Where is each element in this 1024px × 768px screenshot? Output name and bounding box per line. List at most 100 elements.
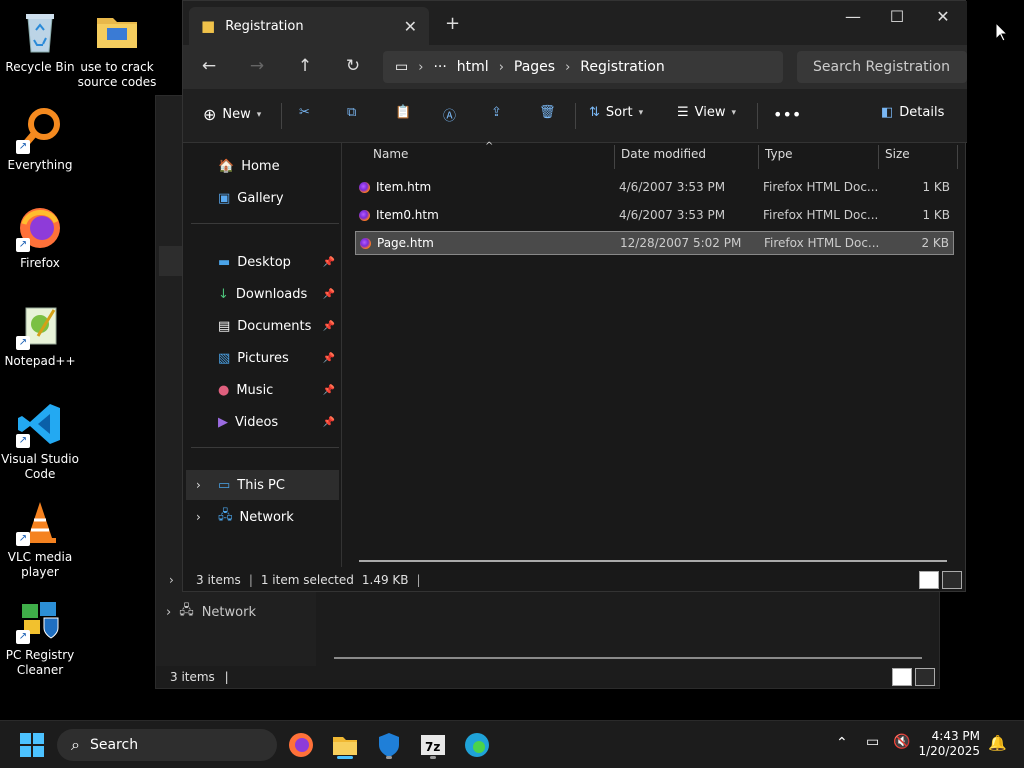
details-view-icon[interactable] [919,571,939,589]
bg-item-count: 3 items [170,670,215,684]
column-separator[interactable] [758,145,759,169]
pin-icon: 📌 [322,288,335,300]
refresh-button[interactable]: ↻ [342,56,364,76]
mouse-cursor-icon [995,21,1009,46]
desktop-icon-recycle-bin[interactable]: Recycle Bin [0,8,80,75]
volume-muted-icon[interactable]: 🔇 [893,734,910,750]
new-tab-button[interactable]: + [445,13,460,34]
pane-divider[interactable] [341,143,342,567]
background-nav-network[interactable]: › 🖧 Network [166,601,256,623]
nav-item-pictures[interactable]: ▧ Pictures 📌 [186,343,339,373]
network-status-icon[interactable]: ▭ [866,734,879,750]
column-separator[interactable] [878,145,879,169]
nav-item-documents[interactable]: ▤ Documents 📌 [186,311,339,341]
desktop-icon-label: Notepad++ [4,354,76,368]
notification-bell-icon[interactable]: 🔔 [988,734,1007,752]
nav-item-music[interactable]: ● Music 📌 [186,375,339,405]
column-header-name[interactable]: Name [373,147,408,161]
cut-button[interactable]: ✂ [299,105,310,120]
explorer-window[interactable]: ■ Registration ✕ + — ☐ ✕ ← → ↑ ↻ ▭ › ···… [169,0,967,592]
shortcut-arrow-icon: ↗ [16,630,30,644]
view-button[interactable]: ☰ View ▾ [677,105,736,120]
minimize-button[interactable]: — [843,7,863,26]
back-button[interactable]: ← [198,56,220,76]
breadcrumb-item[interactable]: Pages [514,59,555,75]
tab-registration[interactable]: ■ Registration ✕ [189,7,429,45]
chevron-right-icon[interactable]: › [166,605,171,620]
nav-divider [191,223,339,224]
taskbar-edge[interactable] [461,729,493,761]
background-horizontal-scrollbar[interactable] [334,657,922,659]
forward-button[interactable]: → [246,56,268,76]
pin-icon: 📌 [322,384,335,396]
chevron-down-icon: ▾ [256,109,262,120]
start-button[interactable] [16,729,48,761]
desktop-icon-folder[interactable]: use to crack source codes [77,8,157,90]
share-icon: ⇪ [491,105,502,120]
sort-button[interactable]: ⇅ Sort ▾ [589,105,643,120]
new-button[interactable]: ⊕ New ▾ [203,105,261,124]
close-tab-icon[interactable]: ✕ [404,17,417,36]
search-input[interactable]: Search Registration [797,51,967,83]
taskbar-7zip[interactable]: 7z [417,729,449,761]
close-window-button[interactable]: ✕ [933,7,953,26]
nav-item-this-pc[interactable]: › ▭ This PC [186,470,339,500]
nav-item-desktop[interactable]: ▬ Desktop 📌 [186,247,339,277]
horizontal-scrollbar[interactable] [359,560,947,562]
taskbar-firefox[interactable] [285,729,317,761]
more-options-button[interactable]: ••• [773,105,801,124]
file-row-selected[interactable]: Page.htm 12/28/2007 5:02 PM Firefox HTML… [355,231,954,255]
nav-item-network[interactable]: › 🖧 Network [186,502,339,532]
desktop-icon-everything[interactable]: ↗ Everything [0,106,80,173]
chevron-right-icon[interactable]: › [196,478,201,492]
breadcrumb-item[interactable]: Registration [580,59,664,75]
view-toggle[interactable] [919,571,962,589]
monitor-icon[interactable]: ▭ [395,59,408,75]
active-indicator [337,756,353,759]
file-row[interactable]: Item.htm 4/6/2007 3:53 PM Firefox HTML D… [355,175,954,199]
chevron-up-icon[interactable]: ⌃ [836,735,848,751]
paste-button[interactable]: 📋 [395,105,411,120]
desktop-icon-label: Recycle Bin [5,60,75,74]
desktop-icon-vscode[interactable]: ↗ Visual Studio Code [0,400,80,482]
pin-icon: 📌 [322,256,335,268]
rename-button[interactable]: Ⓐ [443,105,456,124]
folder-icon: ■ [201,17,216,35]
system-clock[interactable]: 4:43 PM 1/20/2025 [918,729,980,759]
nav-item-downloads[interactable]: ↓ Downloads 📌 [186,279,339,309]
details-button[interactable]: ◧ Details [881,105,944,120]
column-separator[interactable] [614,145,615,169]
nav-item-home[interactable]: 🏠 Home [186,151,339,181]
breadcrumb-item[interactable]: html [457,59,489,75]
column-header-date[interactable]: Date modified [621,147,706,161]
separator [281,103,282,129]
column-header-size[interactable]: Size [885,147,910,161]
share-button[interactable]: ⇪ [491,105,502,120]
taskbar-defender[interactable] [373,729,405,761]
nav-item-gallery[interactable]: ▣ Gallery [186,183,339,213]
desktop-icon-pc-registry-cleaner[interactable]: ↗ PC Registry Cleaner [0,596,80,678]
delete-button[interactable]: 🗑 [539,105,556,120]
chevron-right-icon[interactable]: › [196,510,201,524]
taskbar-file-explorer[interactable] [329,729,361,761]
details-view-icon[interactable] [892,668,912,686]
file-row[interactable]: Item0.htm 4/6/2007 3:53 PM Firefox HTML … [355,203,954,227]
tiles-view-icon[interactable] [915,668,935,686]
nav-item-videos[interactable]: ▶ Videos 📌 [186,407,339,437]
column-header-type[interactable]: Type [765,147,793,161]
breadcrumb[interactable]: ▭ › ··· html › Pages › Registration [383,51,783,83]
desktop-icon: ▬ [218,254,231,270]
desktop-icon-vlc[interactable]: ↗ VLC media player [0,498,80,580]
breadcrumb-overflow-icon[interactable]: ··· [433,59,446,75]
desktop-icon-firefox[interactable]: ↗ Firefox [0,204,80,271]
background-view-toggle[interactable] [892,668,935,686]
maximize-button[interactable]: ☐ [887,7,907,26]
column-separator[interactable] [957,145,958,169]
taskbar-search[interactable]: ⌕ Search [57,729,277,761]
tiles-view-icon[interactable] [942,571,962,589]
pin-icon: 📌 [322,320,335,332]
up-button[interactable]: ↑ [294,56,316,76]
copy-button[interactable]: ⧉ [347,105,356,120]
desktop-icon-notepad-plus-plus[interactable]: ↗ Notepad++ [0,302,80,369]
nav-label: Gallery [237,190,284,206]
